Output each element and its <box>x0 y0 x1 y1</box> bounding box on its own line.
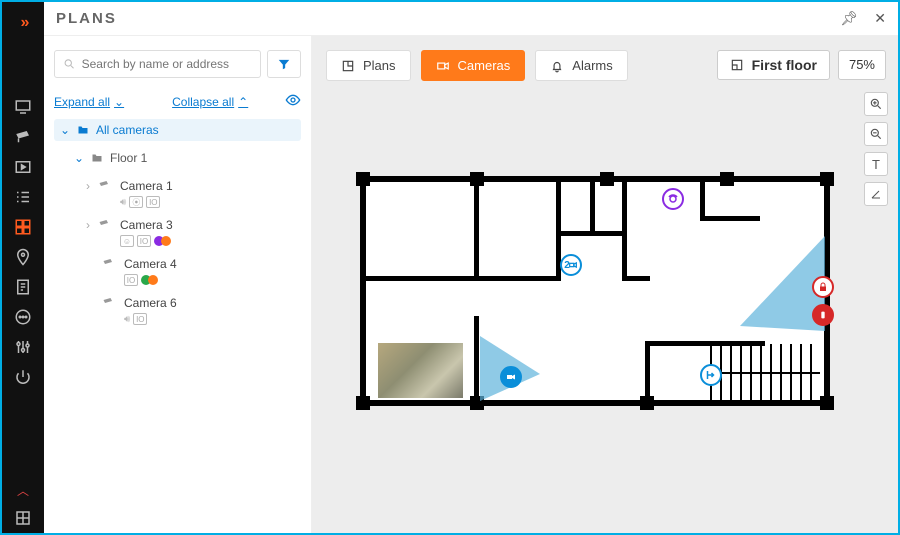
rail-play-icon[interactable] <box>2 152 44 182</box>
rail-monitor-icon[interactable] <box>2 92 44 122</box>
app-logo-icon: » <box>21 14 26 32</box>
zoom-out-button[interactable] <box>864 122 888 146</box>
plan-camera-marker[interactable] <box>500 366 522 388</box>
io-badge: IO <box>137 235 151 247</box>
face-badge: ☺ <box>120 235 134 247</box>
collapse-all-link[interactable]: Collapse all ⌃ <box>172 95 248 109</box>
floor-plan: 2 <box>360 176 830 406</box>
speaker-icon: 🔊︎ <box>120 197 126 208</box>
chevron-right-icon: › <box>86 218 90 232</box>
app-rail: » ︿ <box>2 2 44 533</box>
camera-icon <box>96 218 114 233</box>
search-icon <box>63 57 76 71</box>
camera-name: Camera 6 <box>124 296 177 310</box>
rail-chevron-up-icon[interactable]: ︿ <box>17 482 29 499</box>
rail-map-icon[interactable] <box>2 242 44 272</box>
camera-icon <box>96 179 114 194</box>
camera-name: Camera 4 <box>124 257 177 271</box>
chevron-down-icon: ⌄ <box>60 123 70 137</box>
angle-tool-button[interactable] <box>864 182 888 206</box>
zoom-in-button[interactable] <box>864 92 888 116</box>
tree-camera-item[interactable]: › Camera 1 🔊︎ ⦿ IO <box>100 179 301 208</box>
text-tool-button[interactable]: T <box>864 152 888 176</box>
alarms-tab-label: Alarms <box>572 58 612 73</box>
tree-root-all-cameras[interactable]: ⌄ All cameras <box>54 119 301 141</box>
chevron-down-icon: ⌄ <box>114 95 124 109</box>
camera-icon <box>436 59 450 73</box>
zoom-display[interactable]: 75% <box>838 50 886 80</box>
chevron-right-icon: › <box>86 179 90 193</box>
folder-icon <box>90 152 104 164</box>
filter-icon <box>277 57 291 71</box>
alarms-tab[interactable]: Alarms <box>535 50 627 81</box>
tree-floor-label: Floor 1 <box>110 151 147 165</box>
close-icon[interactable]: ✕ <box>874 10 886 27</box>
tree-camera-item[interactable]: Camera 6 🔊︎ IO <box>100 296 301 325</box>
chevron-up-icon: ⌃ <box>238 95 248 109</box>
camera-name: Camera 3 <box>120 218 173 232</box>
folder-icon <box>76 124 90 136</box>
plan-sensor-marker[interactable] <box>662 188 684 210</box>
plan-icon <box>341 59 355 73</box>
plan-canvas[interactable]: Plans Cameras Alarms First floor <box>312 36 898 533</box>
relay-badge: ⦿ <box>129 196 143 208</box>
rail-more-icon[interactable] <box>2 302 44 332</box>
floor-icon <box>730 58 744 72</box>
camera-snapshot <box>378 343 463 398</box>
io-badge: IO <box>124 274 138 286</box>
expand-all-link[interactable]: Expand all ⌄ <box>54 95 124 109</box>
chevron-down-icon: ⌄ <box>74 151 84 165</box>
speaker-icon: 🔊︎ <box>124 314 130 325</box>
cameras-tab-label: Cameras <box>458 58 511 73</box>
page-title: PLANS <box>56 10 117 27</box>
rail-camera-icon[interactable] <box>2 122 44 152</box>
cameras-tab[interactable]: Cameras <box>421 50 526 81</box>
floor-selector[interactable]: First floor <box>717 50 830 80</box>
search-input-wrap[interactable] <box>54 50 261 78</box>
rail-sliders-icon[interactable] <box>2 332 44 362</box>
tree-camera-item[interactable]: Camera 4 IO <box>100 257 301 286</box>
plan-exit-marker[interactable] <box>700 364 722 386</box>
sidebar: Expand all ⌄ Collapse all ⌃ ⌄ All camera… <box>44 36 312 533</box>
io-badge: IO <box>133 313 147 325</box>
plans-tab-label: Plans <box>363 58 396 73</box>
search-input[interactable] <box>82 57 252 71</box>
tree-root-label: All cameras <box>96 123 159 137</box>
filter-button[interactable] <box>267 50 301 78</box>
pin-icon[interactable]: 📌︎ <box>840 10 858 27</box>
stairs-icon <box>710 344 824 402</box>
tree-floor-node[interactable]: ⌄ Floor 1 <box>68 147 301 169</box>
floor-label: First floor <box>752 57 817 73</box>
status-dots <box>141 275 158 285</box>
plan-alarm-lock-marker[interactable] <box>812 276 834 298</box>
camera-icon <box>100 296 118 311</box>
rail-list-icon[interactable] <box>2 182 44 212</box>
rail-grid-icon[interactable] <box>2 503 44 533</box>
plan-alarm-fire-marker[interactable] <box>812 304 834 326</box>
rail-power-icon[interactable] <box>2 362 44 392</box>
camera-icon <box>100 257 118 272</box>
tree-camera-item[interactable]: › Camera 3 ☺ IO <box>100 218 301 247</box>
rail-report-icon[interactable] <box>2 272 44 302</box>
titlebar: PLANS 📌︎ ✕ <box>44 2 898 36</box>
bell-icon <box>550 59 564 73</box>
io-badge: IO <box>146 196 160 208</box>
status-dots <box>154 236 171 246</box>
visibility-icon[interactable] <box>285 92 301 111</box>
camera-tree: ⌄ All cameras ⌄ Floor 1 › Camera 1 <box>54 119 301 325</box>
rail-plans-icon[interactable] <box>2 212 44 242</box>
plans-tab[interactable]: Plans <box>326 50 411 81</box>
plan-camera-cluster-marker[interactable]: 2 <box>560 254 582 276</box>
camera-name: Camera 1 <box>120 179 173 193</box>
